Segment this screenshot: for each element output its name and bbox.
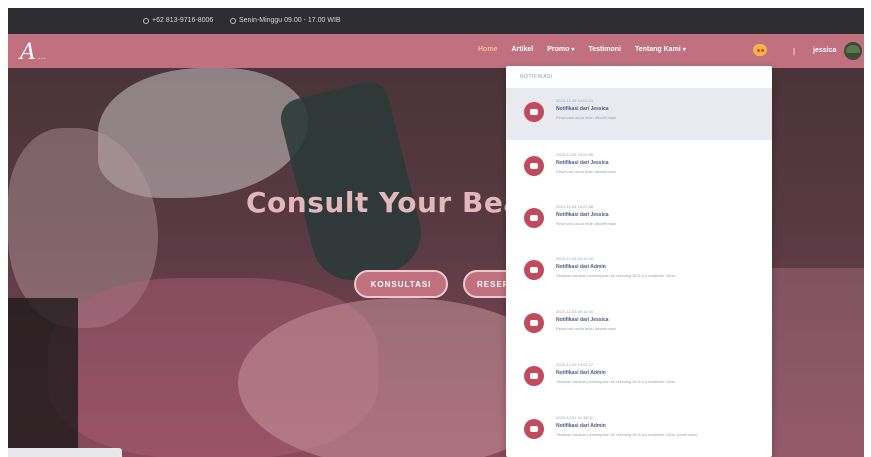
notification-text: Silahkan lakukan pembayaran ke rekening … bbox=[556, 432, 698, 437]
notification-title: Notifikasi dari Jessica bbox=[556, 106, 609, 112]
nav-item-tentang-label: Tentang Kami bbox=[634, 46, 681, 53]
avatar-image bbox=[846, 45, 860, 53]
opening-hours: Senin-Minggu 09.00 - 17.00 WIB bbox=[239, 17, 341, 24]
notification-title: Notifikasi dari Admin bbox=[556, 264, 606, 270]
nav-menu: Home Artikel Promo ▾ Testimoni Tentang Ka… bbox=[478, 46, 686, 53]
nav-item-promo[interactable]: Promo ▾ bbox=[547, 46, 574, 53]
browser-status-bar bbox=[8, 448, 122, 457]
konsultasi-button[interactable]: KONSULTASI bbox=[354, 270, 448, 298]
user-name[interactable]: jessica bbox=[813, 47, 836, 54]
notification-bell-icon[interactable] bbox=[753, 44, 767, 56]
main-navbar: A... Home Artikel Promo ▾ Testimoni Tenta… bbox=[8, 34, 864, 68]
browser-viewport: +62 813-9716-8006 Senin-Minggu 09.00 - 1… bbox=[8, 8, 864, 457]
notification-text: Silahkan lakukan pembayaran ke rekening … bbox=[556, 273, 676, 278]
logo-letter: A bbox=[20, 40, 36, 65]
logo-subtext: ... bbox=[37, 52, 46, 61]
notification-item[interactable]: 2023-12-03 09:11:30 Notifikasi dari Jess… bbox=[506, 299, 772, 351]
notification-title: Notifikasi dari Admin bbox=[556, 423, 606, 429]
message-icon bbox=[524, 313, 544, 333]
notification-date: 2023-12-04 16:19:42 bbox=[556, 256, 594, 261]
nav-item-promo-label: Promo bbox=[547, 46, 570, 53]
notification-date: 2023-12-05 10:02:55 bbox=[556, 152, 594, 157]
chevron-down-icon: ▾ bbox=[571, 47, 575, 53]
notification-title: Notifikasi dari Jessica bbox=[556, 212, 609, 218]
message-icon bbox=[524, 156, 544, 176]
notification-title: Notifikasi dari Jessica bbox=[556, 317, 609, 323]
message-icon bbox=[524, 260, 544, 280]
notification-item[interactable]: 2023-12-04 16:19:42 Notifikasi dari Admi… bbox=[506, 246, 772, 298]
chevron-down-icon: ▾ bbox=[682, 47, 686, 53]
message-icon bbox=[524, 208, 544, 228]
notification-header: Notifikasi bbox=[520, 74, 553, 80]
hours-info: Senin-Minggu 09.00 - 17.00 WIB bbox=[230, 17, 341, 24]
notification-item[interactable]: 2023-12-05 10:02:55 Notifikasi dari Jess… bbox=[506, 142, 772, 194]
nav-separator: | bbox=[793, 47, 796, 56]
notification-item[interactable]: 2023-12-01 11:45:02 Notifikasi dari Admi… bbox=[506, 405, 772, 457]
message-icon bbox=[524, 102, 544, 122]
message-icon bbox=[524, 419, 544, 439]
notification-title: Notifikasi dari Admin bbox=[556, 370, 606, 376]
brand-logo[interactable]: A... bbox=[20, 40, 46, 65]
user-avatar[interactable] bbox=[844, 42, 862, 60]
clock-icon bbox=[230, 17, 236, 24]
top-info-bar: +62 813-9716-8006 Senin-Minggu 09.00 - 1… bbox=[8, 8, 864, 34]
phone-icon bbox=[143, 17, 149, 24]
phone-info: +62 813-9716-8006 bbox=[143, 17, 213, 24]
nav-item-tentang-kami[interactable]: Tentang Kami ▾ bbox=[635, 46, 686, 53]
notification-text: Reservasi anda telah dikonfirmasi bbox=[556, 326, 617, 331]
notification-date: 2023-12-01 11:45:02 bbox=[556, 415, 593, 420]
notification-item[interactable]: 2023-12-05 10:03:21 Notifikasi dari Jess… bbox=[506, 88, 772, 140]
nav-item-home[interactable]: Home bbox=[478, 46, 497, 53]
notification-title: Notifikasi dari Jessica bbox=[556, 160, 609, 166]
notification-date: 2023-12-02 14:02:17 bbox=[556, 362, 594, 367]
notification-dropdown: Notifikasi 2023-12-05 10:03:21 Notifikas… bbox=[506, 66, 772, 457]
notification-date: 2023-12-05 10:03:21 bbox=[556, 98, 594, 103]
hero-photo-right bbox=[768, 268, 864, 457]
notification-dot bbox=[756, 48, 760, 52]
notification-date: 2023-12-03 09:11:30 bbox=[556, 309, 593, 314]
notification-text: Reservasi anda telah dikonfirmasi bbox=[556, 115, 617, 120]
message-icon bbox=[524, 366, 544, 386]
notification-dot bbox=[760, 48, 764, 52]
notification-date: 2023-12-04 16:21:08 bbox=[556, 204, 594, 209]
notification-text: Reservasi anda telah dikonfirmasi bbox=[556, 221, 617, 226]
hero-photo-shadow bbox=[8, 298, 78, 457]
nav-item-artikel[interactable]: Artikel bbox=[511, 46, 533, 53]
notification-item[interactable]: 2023-12-02 14:02:17 Notifikasi dari Admi… bbox=[506, 352, 772, 404]
hero-title: Consult Your Beau bbox=[246, 186, 544, 219]
hero-photo-device bbox=[276, 77, 430, 289]
notification-item[interactable]: 2023-12-04 16:21:08 Notifikasi dari Jess… bbox=[506, 194, 772, 246]
notification-text: Silahkan lakukan pembayaran ke rekening … bbox=[556, 379, 676, 384]
notification-text: Reservasi anda telah dikonfirmasi bbox=[556, 169, 617, 174]
phone-number: +62 813-9716-8006 bbox=[152, 17, 214, 24]
nav-item-testimoni[interactable]: Testimoni bbox=[588, 46, 621, 53]
